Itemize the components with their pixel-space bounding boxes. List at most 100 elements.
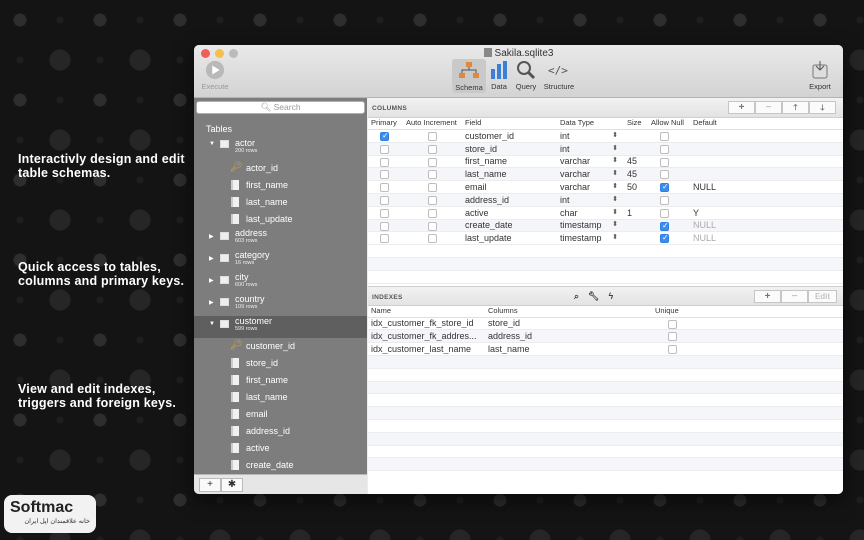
table-item-address[interactable]: ▶ address 603 rows [194,228,367,250]
size-field[interactable]: 45 [624,169,648,179]
field-name[interactable]: store_id [462,144,557,154]
edit-index-button[interactable]: Edit [808,289,837,303]
column-row[interactable]: customer_idint ⬍ [368,130,843,143]
disclosure-right-icon[interactable]: ▶ [209,299,214,306]
size-field[interactable]: 45 [624,156,648,166]
primary-checkbox[interactable] [380,131,389,141]
remove-index-button[interactable]: − [781,289,808,303]
field-name[interactable]: email [462,182,557,192]
primary-checkbox[interactable] [380,144,389,154]
field-name[interactable]: address_id [462,195,557,205]
auto-increment-checkbox[interactable] [428,170,437,180]
index-row[interactable]: idx_customer_fk_store_id store_id [368,318,843,331]
unique-checkbox[interactable] [668,332,677,342]
query-tab[interactable]: Query [514,60,538,91]
column-item[interactable]: last_update [194,211,367,228]
structure-tab[interactable]: </> Structure [542,60,576,91]
move-down-button[interactable]: 🡓 [809,101,836,114]
primary-checkbox[interactable] [380,221,389,231]
data-type-select[interactable]: char ⬍ [557,208,624,218]
unique-checkbox[interactable] [668,319,677,329]
disclosure-right-icon[interactable]: ▶ [209,233,214,240]
add-table-button[interactable]: + [199,477,221,492]
data-type-select[interactable]: varchar ⬍ [557,156,624,166]
table-item-actor[interactable]: ▼ actor 200 rows [194,138,367,160]
column-row[interactable]: emailvarchar ⬍ 50 NULL [368,181,843,194]
column-item[interactable]: active [194,440,367,457]
data-type-select[interactable]: timestamp ⬍ [557,220,624,230]
field-name[interactable]: customer_id [462,131,557,141]
magnifier-icon[interactable]: ⌕ [574,291,579,302]
default-field[interactable]: NULL [690,233,750,243]
remove-column-button[interactable]: − [755,101,782,114]
column-row[interactable]: create_datetimestamp ⬍ NULL [368,219,843,233]
field-name[interactable]: create_date [462,220,557,230]
field-name[interactable]: first_name [462,156,557,166]
index-row[interactable]: idx_customer_last_name last_name [368,343,843,356]
allow-null-checkbox[interactable] [660,221,669,231]
field-name[interactable]: last_update [462,233,557,243]
disclosure-down-icon[interactable]: ▼ [209,141,215,147]
column-item[interactable]: address_id [194,423,367,440]
data-type-select[interactable]: int ⬍ [557,131,624,141]
column-row[interactable]: last_name varchar ⬍ 45 [368,168,843,182]
move-up-button[interactable]: 🡑 [782,101,809,114]
field-name[interactable]: last_name [462,169,557,179]
column-item[interactable]: store_id [194,355,367,372]
add-column-button[interactable]: + [728,101,755,114]
auto-increment-checkbox[interactable] [428,221,437,231]
allow-null-checkbox[interactable] [660,233,669,244]
table-item-city[interactable]: ▶ city 600 rows [194,272,367,294]
primary-checkbox[interactable] [380,208,389,218]
export-button[interactable]: Export [806,60,834,91]
column-item[interactable]: first_name [194,372,367,389]
allow-null-checkbox[interactable] [660,131,669,141]
auto-increment-checkbox[interactable] [428,144,437,154]
search-input[interactable]: 🔍︎ Search [196,101,365,114]
wrench-icon[interactable]: 🔧︎ [588,291,599,302]
column-item[interactable]: 🔑︎ actor_id [194,160,367,177]
column-row[interactable]: active char ⬍ 1 Y [368,207,843,220]
disclosure-down-icon[interactable]: ▼ [209,321,215,327]
allow-null-checkbox[interactable] [660,182,669,193]
column-item[interactable]: last_name [194,389,367,406]
table-item-country[interactable]: ▶ country 109 rows [194,294,367,316]
allow-null-checkbox[interactable] [660,170,669,180]
default-field[interactable]: NULL [690,220,750,230]
allow-null-checkbox[interactable] [660,144,669,154]
auto-increment-checkbox[interactable] [428,208,437,218]
data-type-select[interactable]: int ⬍ [557,195,624,205]
column-item[interactable]: 🔑︎ customer_id [194,338,367,355]
allow-null-checkbox[interactable] [660,208,669,218]
disclosure-right-icon[interactable]: ▶ [209,255,214,262]
auto-increment-checkbox[interactable] [428,195,437,205]
size-field[interactable]: 1 [624,208,648,218]
column-row[interactable]: first_name varchar ⬍ 45 [368,156,843,169]
gear-icon[interactable]: ✱ [221,477,243,492]
primary-checkbox[interactable] [380,234,389,244]
unique-checkbox[interactable] [668,345,677,355]
column-item[interactable]: create_date [194,457,367,474]
column-row[interactable]: last_updatetimestamp ⬍ NULL [368,232,843,246]
data-tab[interactable]: Data [488,60,510,91]
table-item-customer[interactable]: ▼ customer 599 rows [194,316,367,338]
allow-null-checkbox[interactable] [660,195,669,205]
size-field[interactable]: 50 [624,182,648,192]
field-name[interactable]: active [462,208,557,218]
data-type-select[interactable]: varchar ⬍ [557,169,624,179]
primary-checkbox[interactable] [380,195,389,205]
index-row[interactable]: idx_customer_fk_addres... address_id [368,330,843,344]
auto-increment-checkbox[interactable] [428,131,437,141]
primary-checkbox[interactable] [380,183,389,193]
disclosure-right-icon[interactable]: ▶ [209,277,214,284]
column-item[interactable]: first_name [194,177,367,194]
column-item[interactable]: email [194,406,367,423]
column-row[interactable]: address_id int ⬍ [368,193,843,207]
auto-increment-checkbox[interactable] [428,234,437,244]
data-type-select[interactable]: timestamp ⬍ [557,233,624,243]
data-type-select[interactable]: varchar ⬍ [557,182,624,192]
default-field[interactable]: Y [690,208,750,218]
primary-checkbox[interactable] [380,157,389,167]
column-row[interactable]: store_id int ⬍ [368,142,843,156]
default-field[interactable]: NULL [690,182,750,192]
